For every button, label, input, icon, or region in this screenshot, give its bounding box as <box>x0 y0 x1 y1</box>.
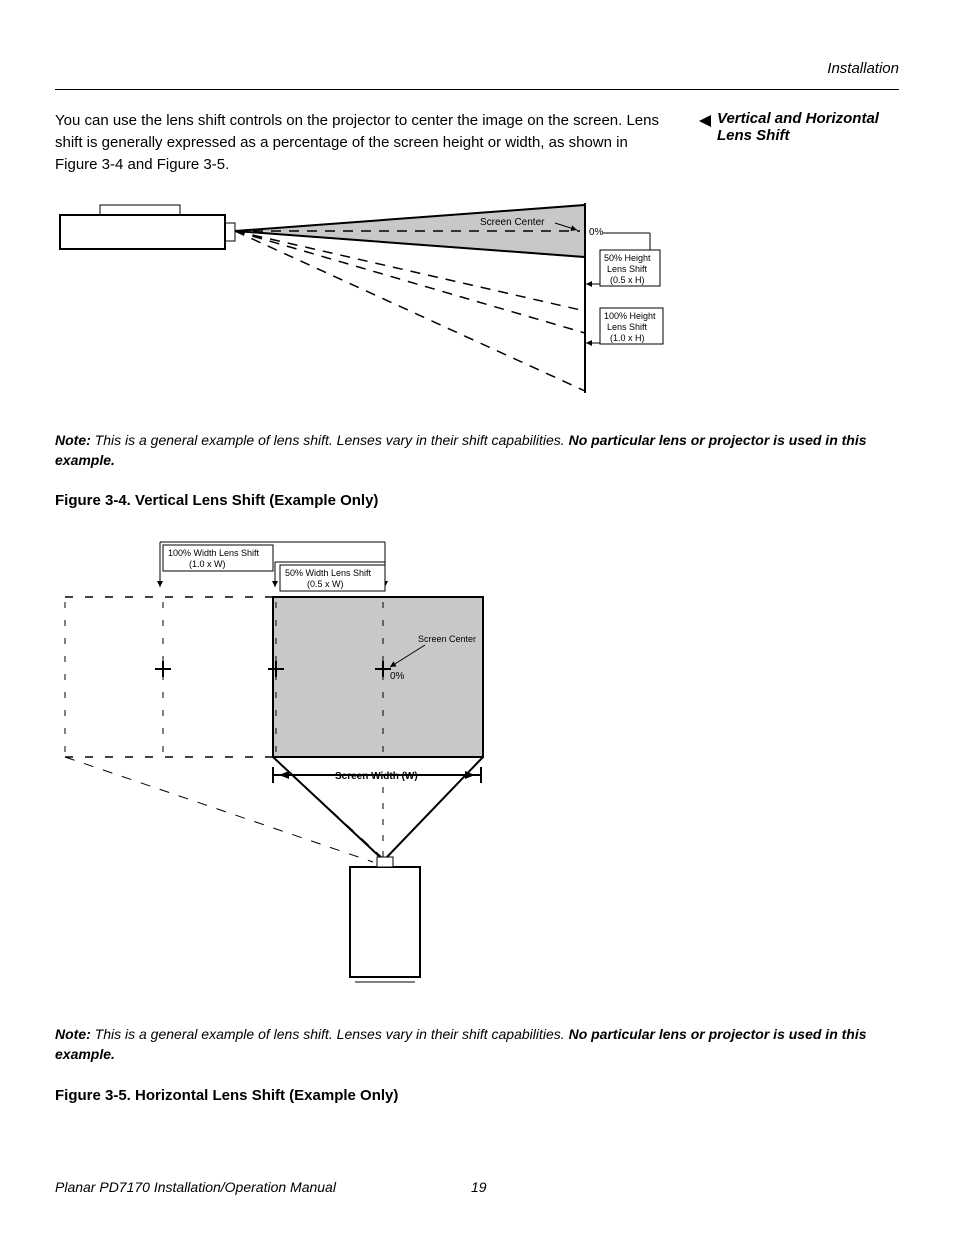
d2-100-l2: (1.0 x W) <box>189 559 226 569</box>
callout-line1: Vertical and Horizontal <box>717 110 879 127</box>
header-rule <box>55 89 899 90</box>
d2-screen-center: Screen Center <box>418 634 476 644</box>
d1-100-l2: Lens Shift <box>607 322 648 332</box>
figure-3-5-caption: Figure 3-5. Horizontal Lens Shift (Examp… <box>55 1087 899 1104</box>
figure-3-4-caption: Figure 3-4. Vertical Lens Shift (Example… <box>55 492 899 509</box>
side-callout: Vertical and Horizontal Lens Shift <box>699 110 899 175</box>
d1-50-l2: Lens Shift <box>607 264 648 274</box>
intro-paragraph: You can use the lens shift controls on t… <box>55 110 669 175</box>
vertical-lens-shift-diagram: Screen Center 0% 50% Height Lens Shift (… <box>55 193 675 413</box>
arrow-left-icon <box>699 115 711 127</box>
callout-line2: Lens Shift <box>717 127 790 144</box>
d2-50-l1: 50% Width Lens Shift <box>285 568 372 578</box>
note2-text: This is a general example of lens shift.… <box>91 1026 569 1042</box>
note1-label: Note: <box>55 432 91 448</box>
d1-50-l1: 50% Height <box>604 253 651 263</box>
footer-title: Planar PD7170 Installation/Operation Man… <box>55 1179 336 1195</box>
note1-text: This is a general example of lens shift.… <box>91 432 569 448</box>
d2-100-l1: 100% Width Lens Shift <box>168 548 260 558</box>
page-header-section: Installation <box>55 60 899 77</box>
d1-100-l3: (1.0 x H) <box>610 333 645 343</box>
footer-page-number: 19 <box>471 1179 487 1195</box>
horizontal-lens-shift-diagram: 100% Width Lens Shift (1.0 x W) 50% Widt… <box>55 527 515 1007</box>
d1-50-l3: (0.5 x H) <box>610 275 645 285</box>
page-footer: Planar PD7170 Installation/Operation Man… <box>55 1179 899 1195</box>
note-2: Note: This is a general example of lens … <box>55 1025 899 1064</box>
note-1: Note: This is a general example of lens … <box>55 431 899 470</box>
d1-zero: 0% <box>589 227 604 238</box>
d2-zero: 0% <box>390 671 405 682</box>
d1-100-l1: 100% Height <box>604 311 656 321</box>
d1-screen-center: Screen Center <box>480 217 545 228</box>
note2-label: Note: <box>55 1026 91 1042</box>
d2-screen-width: Screen Width (W) <box>335 771 418 782</box>
d2-50-l2: (0.5 x W) <box>307 579 344 589</box>
